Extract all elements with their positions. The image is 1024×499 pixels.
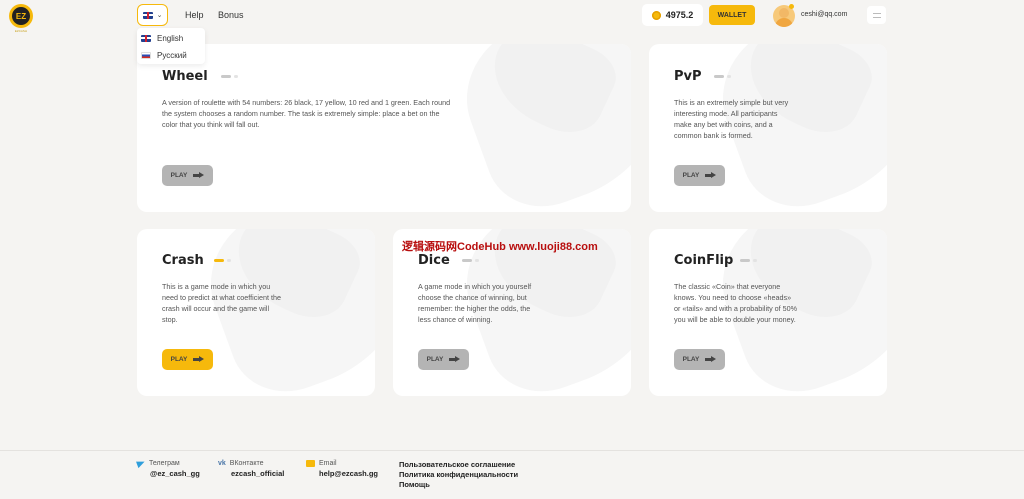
telegram-icon (136, 458, 146, 469)
game-card-wheel: Wheel A version of roulette with 54 numb… (137, 44, 631, 212)
footer-label: Email (319, 460, 337, 467)
footer-divider (0, 450, 1024, 451)
language-selector[interactable]: ⌄ (137, 4, 168, 26)
game-indicator (714, 75, 731, 78)
game-card-crash: Crash This is a game mode in which you n… (137, 229, 375, 396)
vk-icon: vk (218, 460, 226, 467)
chevron-down-icon: ⌄ (156, 12, 163, 19)
game-description: A version of roulette with 54 numbers: 2… (162, 98, 451, 129)
play-button[interactable]: PLAY (418, 349, 469, 370)
logo-mark: EZ (12, 7, 30, 25)
game-indicator (221, 75, 238, 78)
logo-subtitle: EZCASH (14, 29, 28, 33)
footer-vk[interactable]: vk ВКонтакте ezcash_official (218, 460, 284, 478)
language-label: English (157, 33, 184, 43)
telegram-handle[interactable]: @ez_cash_gg (150, 469, 200, 478)
game-title: Wheel (162, 69, 208, 84)
menu-button[interactable] (867, 6, 886, 24)
uk-flag-icon (142, 11, 153, 19)
menu-icon (872, 12, 881, 18)
balance-display: 4975.2 (642, 4, 703, 26)
language-option-english[interactable]: English (141, 31, 183, 45)
arrow-right-icon (449, 356, 461, 363)
coin-icon (651, 10, 661, 20)
language-label: Русский (157, 50, 187, 60)
game-card-dice: Dice A game mode in which you yourself c… (393, 229, 631, 396)
arrow-right-icon (193, 356, 205, 363)
game-description: This is a game mode in which you need to… (162, 282, 281, 324)
game-description: This is an extremely simple but very int… (674, 98, 789, 140)
notification-dot (789, 4, 794, 9)
mail-icon (306, 460, 315, 467)
game-description: The classic «Coin» that everyone knows. … (674, 282, 798, 324)
footer-email[interactable]: Email help@ezcash.gg (306, 460, 378, 478)
arrow-right-icon (705, 172, 717, 179)
game-indicator (214, 259, 231, 262)
vk-handle[interactable]: ezcash_official (231, 469, 284, 478)
help-link[interactable]: Помощь (399, 480, 518, 490)
footer-label: ВКонтакте (229, 460, 264, 467)
game-indicator (462, 259, 479, 262)
play-button[interactable]: PLAY (162, 349, 213, 370)
email-address[interactable]: help@ezcash.gg (319, 469, 378, 478)
game-title: PvP (674, 69, 702, 84)
play-button[interactable]: PLAY (674, 165, 725, 186)
balance-amount: 4975.2 (665, 10, 694, 20)
footer-label: Телеграм (149, 460, 180, 467)
uk-flag-icon (141, 34, 151, 42)
game-title: CoinFlip (674, 253, 734, 268)
nav-bonus-link[interactable]: Bonus (218, 10, 244, 20)
game-title: Dice (418, 253, 450, 268)
ru-flag-icon (141, 51, 151, 59)
footer-telegram[interactable]: Телеграм @ez_cash_gg (136, 458, 200, 478)
nav-help-link[interactable]: Help (185, 10, 204, 20)
arrow-right-icon (193, 172, 205, 179)
game-description: A game mode in which you yourself choose… (418, 282, 532, 324)
game-card-pvp: PvP This is an extremely simple but very… (649, 44, 887, 212)
game-indicator (740, 259, 757, 262)
site-logo[interactable]: EZ (9, 4, 33, 28)
language-dropdown: English Русский (137, 28, 205, 64)
game-card-coinflip: CoinFlip The classic «Coin» that everyon… (649, 229, 887, 396)
play-button[interactable]: PLAY (162, 165, 213, 186)
wallet-button[interactable]: WALLET (709, 5, 755, 25)
privacy-link[interactable]: Политика конфиденциальности (399, 470, 518, 480)
user-email[interactable]: ceshi@qq.com (801, 11, 847, 18)
language-option-russian[interactable]: Русский (141, 48, 187, 62)
terms-link[interactable]: Пользовательское соглашение (399, 460, 518, 470)
footer-links: Пользовательское соглашение Политика кон… (399, 460, 518, 490)
game-title: Crash (162, 253, 204, 268)
watermark-text: 逻辑源码网CodeHub www.luoji88.com (402, 241, 598, 253)
arrow-right-icon (705, 356, 717, 363)
play-button[interactable]: PLAY (674, 349, 725, 370)
